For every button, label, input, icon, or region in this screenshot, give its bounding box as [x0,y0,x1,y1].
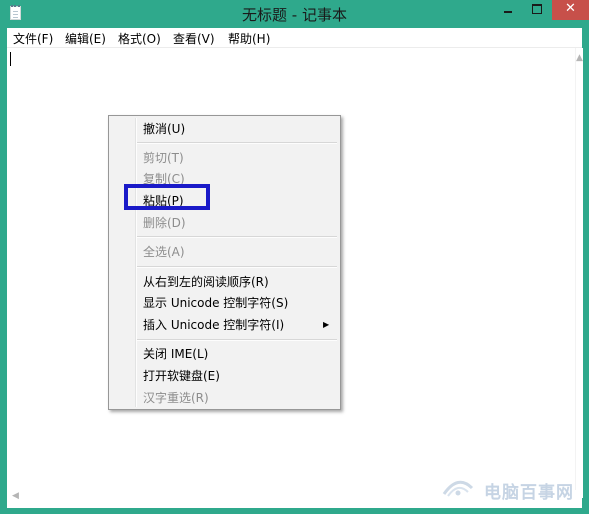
maximize-icon [532,4,542,14]
menu-item-select-all[interactable]: 全选(A) [143,243,185,261]
menu-item-show-unicode[interactable]: 显示 Unicode 控制字符(S) [143,294,288,312]
site-watermark: 电脑百事网 [440,474,585,504]
close-icon: ✕ [565,1,576,16]
close-button[interactable]: ✕ [552,0,589,20]
watermark-logo-icon [442,480,474,497]
menu-item-rtl-reading[interactable]: 从右到左的阅读顺序(R) [143,273,269,291]
menu-separator [137,142,337,144]
menu-gutter [135,118,137,407]
text-caret [10,52,11,66]
menu-edit[interactable]: 编辑(E) [65,30,106,47]
minimize-button[interactable] [494,0,522,20]
title-bar[interactable]: 无标题 - 记事本 ✕ [0,0,589,28]
menu-separator [137,236,337,238]
vertical-scrollbar[interactable]: ▲ [575,48,583,498]
menu-item-delete[interactable]: 删除(D) [143,214,186,232]
menu-view[interactable]: 查看(V) [173,30,215,47]
menu-file[interactable]: 文件(F) [13,30,53,47]
chevron-right-icon: ▶ [323,320,330,329]
menu-item-cut[interactable]: 剪切(T) [143,149,184,167]
arrow-left-icon[interactable]: ◀ [12,492,19,501]
context-menu: 撤消(U) 剪切(T) 复制(C) 粘贴(P) 删除(D) 全选(A) 从右到左… [108,115,341,410]
menu-item-soft-keyboard[interactable]: 打开软键盘(E) [143,367,220,385]
menu-item-reconversion[interactable]: 汉字重选(R) [143,389,209,407]
menu-help[interactable]: 帮助(H) [228,30,270,47]
menu-item-close-ime[interactable]: 关闭 IME(L) [143,345,208,363]
menu-separator [137,339,337,341]
arrow-up-icon[interactable]: ▲ [576,54,583,63]
menu-format[interactable]: 格式(O) [118,30,161,47]
maximize-button[interactable] [523,0,551,20]
menu-item-insert-unicode[interactable]: 插入 Unicode 控制字符(I) [143,316,284,334]
menu-item-undo[interactable]: 撤消(U) [143,120,185,138]
menu-bar: 文件(F) 编辑(E) 格式(O) 查看(V) 帮助(H) [7,28,582,48]
minimize-icon [504,11,512,13]
paste-highlight-box [124,184,210,210]
watermark-text: 电脑百事网 [484,483,574,503]
menu-separator [137,266,337,268]
